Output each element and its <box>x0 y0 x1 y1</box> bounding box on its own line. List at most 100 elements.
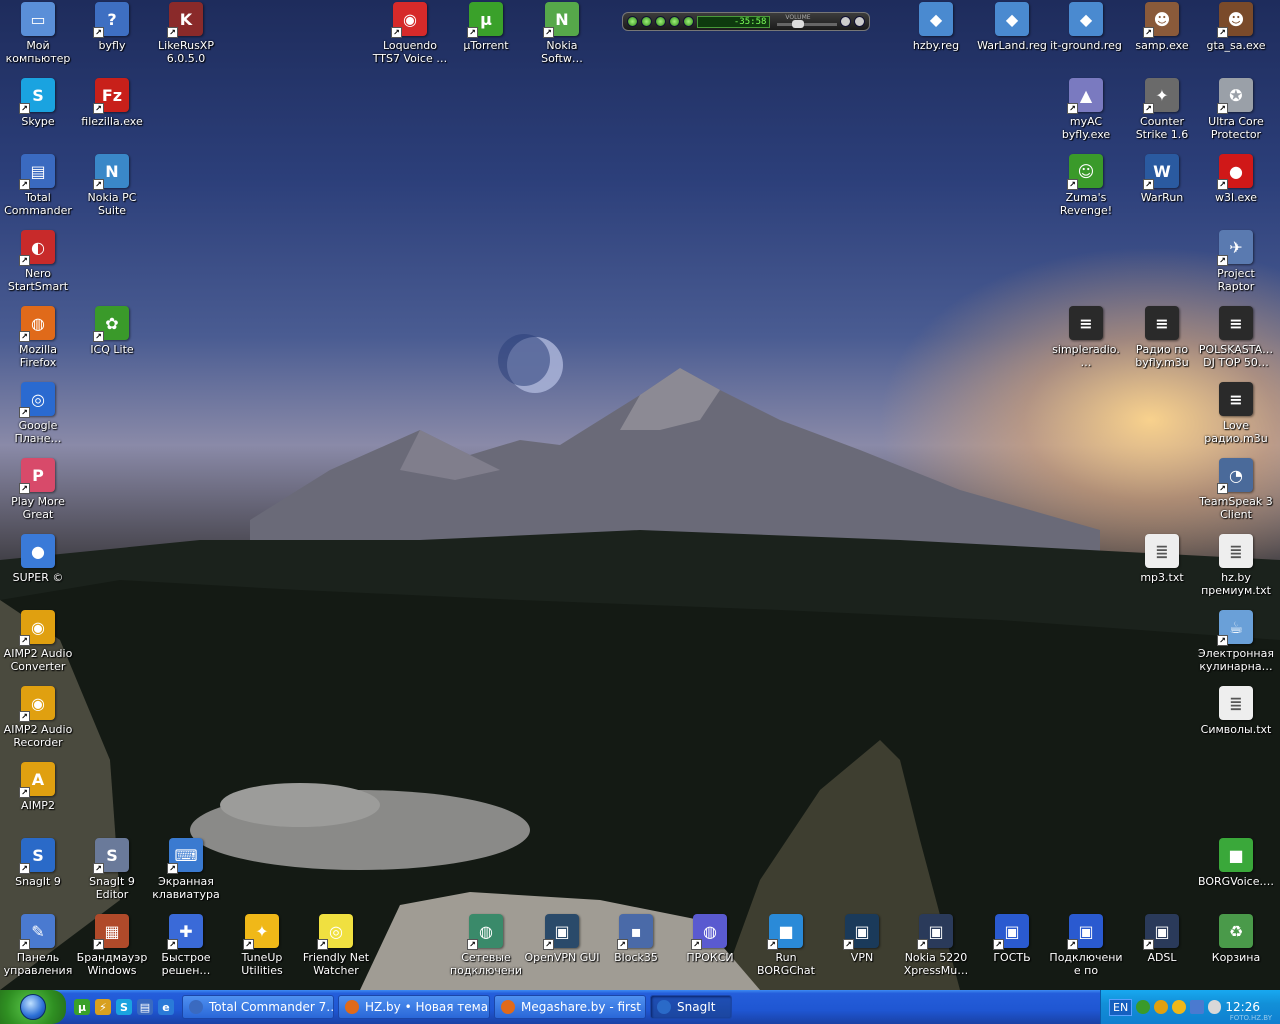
antivirus-tray-icon[interactable] <box>1207 1000 1222 1014</box>
desktop-icon-aimp2[interactable]: A ↗ AIMP2 <box>0 762 76 834</box>
desktop-icon-nokia-software[interactable]: N ↗ Nokia Softw… <box>524 2 600 74</box>
desktop-icon-play-more-games[interactable]: P↗Play More Great Games! <box>0 458 76 530</box>
clock[interactable]: 12:26 <box>1225 1000 1260 1014</box>
desktop-icon-it-ground-reg[interactable]: ◆ it-ground.reg <box>1048 2 1124 74</box>
desktop-icon-proxy[interactable]: ◍ ↗ ПРОКСИ <box>672 914 748 986</box>
desktop-icon-symbols-txt[interactable]: ≣ Символы.txt <box>1198 686 1274 758</box>
pause-button[interactable] <box>640 16 652 27</box>
desktop-icon-w3l[interactable]: ● ↗ w3l.exe <box>1198 154 1274 226</box>
winamp-icon[interactable]: ⚡ <box>95 999 111 1015</box>
ie-icon[interactable]: e <box>158 999 174 1015</box>
desktop-icon-label: ГОСТЬ <box>993 951 1031 964</box>
desktop-icon-label: Friendly Net Watcher <box>302 951 370 977</box>
desktop-icon-onscreen-keyboard[interactable]: ⌨ ↗ Экранная клавиатура <box>148 838 224 910</box>
desktop-icon-project-raptor[interactable]: ✈ ↗ Project Raptor <box>1198 230 1274 302</box>
tuneup-tray-icon[interactable] <box>1171 1000 1186 1014</box>
desktop-icon-counter-strike[interactable]: ✦ ↗ Counter Strike 1.6 <box>1124 78 1200 150</box>
desktop-icon-nero[interactable]: ◐ ↗ Nero StartSmart <box>0 230 76 302</box>
desktop-icon-skype[interactable]: S ↗ Skype <box>0 78 76 150</box>
desktop-icon-teamspeak[interactable]: ◔ ↗ TeamSpeak 3 Client <box>1198 458 1274 530</box>
desktop-icon-loquendo[interactable]: ◉ ↗ Loquendo TTS7 Voice … <box>372 2 448 74</box>
start-button[interactable] <box>0 990 66 1024</box>
desktop-icon-label: ICQ Lite <box>90 343 134 356</box>
play-button[interactable] <box>627 16 638 27</box>
desktop-icon-utorrent[interactable]: µ ↗ µTorrent <box>448 2 524 74</box>
desktop-icon-simpleradio[interactable]: ≡ simpleradio.… <box>1048 306 1124 378</box>
desktop-icon-love-radio[interactable]: ≡ Love радио.m3u <box>1198 382 1274 454</box>
desktop-icon-borgvoice[interactable]: ■ BORGVoice.… <box>1198 838 1274 910</box>
taskbar-button[interactable]: HZ.by • Новая тема … <box>338 995 490 1019</box>
shortcut-arrow-icon: ↗ <box>767 939 778 950</box>
taskbar-button[interactable]: Total Commander 7… <box>182 995 334 1019</box>
taskbar-button[interactable]: SnagIt <box>650 995 732 1019</box>
desktop-icon-network-connections[interactable]: ◍↗Сетевые подключения <box>448 914 524 986</box>
desktop-icon-mp3-txt[interactable]: ≣ mp3.txt <box>1124 534 1200 606</box>
desktop-icon-firefox[interactable]: ◍ ↗ Mozilla Firefox <box>0 306 76 378</box>
samp-icon: ☻ ↗ <box>1143 2 1179 38</box>
desktop-icon-nokia-5220[interactable]: ▣ ↗ Nokia 5220 XpressMu… <box>898 914 974 986</box>
next-button[interactable] <box>682 16 694 27</box>
desktop-icon-electronic-cookbook[interactable]: ☕ ↗ Электронная кулинарна… <box>1198 610 1274 682</box>
desktop-icon-ultra-core[interactable]: ✪ ↗ Ultra Core Protector <box>1198 78 1274 150</box>
desktop-icon-label: AIMP2 Audio Converter <box>3 647 73 673</box>
warland-reg-icon: ◆ <box>995 2 1029 36</box>
desktop-icon-gta-sa[interactable]: ☻ ↗ gta_sa.exe <box>1198 2 1274 74</box>
desktop-icon-run-borgchat[interactable]: ■ ↗ Run BORGChat <box>748 914 824 986</box>
byfly-icon: ? ↗ <box>93 2 129 38</box>
desktop-icon-icq[interactable]: ✿ ↗ ICQ Lite <box>74 306 150 378</box>
close-player-button[interactable] <box>854 16 865 27</box>
desktop-icon-label: byfly <box>98 39 126 52</box>
volume-slider[interactable]: VOLUME <box>777 14 838 28</box>
desktop-icon-vpn[interactable]: ▣ ↗ VPN <box>824 914 900 986</box>
desktop-icon-polskasta[interactable]: ≡ POLSKASTA… DJ TOP 50… <box>1198 306 1274 378</box>
desktop-icon-adsl[interactable]: ▣ ↗ ADSL <box>1124 914 1200 986</box>
desktop-icon-samp[interactable]: ☻ ↗ samp.exe <box>1124 2 1200 74</box>
minimize-player-button[interactable] <box>840 16 852 27</box>
desktop-icon-warrun[interactable]: W ↗ WarRun <box>1124 154 1200 226</box>
desktop-icon-byfly[interactable]: ? ↗ byfly <box>74 2 150 74</box>
desktop-icon-aimp2-audio-recorder[interactable]: ◉ ↗ AIMP2 Audio Recorder <box>0 686 76 758</box>
aimp-tray-icon[interactable] <box>1154 1000 1168 1014</box>
desktop-icon-hzby-reg[interactable]: ◆ hzby.reg <box>898 2 974 74</box>
desktop-icon-radio-byfly[interactable]: ≡ Радио по byfly.m3u <box>1124 306 1200 378</box>
desktop-icon-myac[interactable]: ▲ ↗ myAC byfly.exe <box>1048 78 1124 150</box>
desktop-icon-aimp2-audio-converter[interactable]: ◉ ↗ AIMP2 Audio Converter <box>0 610 76 682</box>
desktop-icon-total-commander[interactable]: ▤ ↗ Total Commander <box>0 154 76 226</box>
desktop-icon-friendly-net-watcher[interactable]: ◎ ↗ Friendly Net Watcher <box>298 914 374 986</box>
simpleradio-icon: ≡ <box>1069 306 1103 340</box>
desktop-icon-openvpn-gui[interactable]: ▣ ↗ OpenVPN GUI <box>524 914 600 986</box>
skype-icon[interactable]: S <box>116 999 132 1015</box>
desktop-icon-guest[interactable]: ▣ ↗ ГОСТЬ <box>974 914 1050 986</box>
network-tray-icon[interactable] <box>1189 1000 1204 1014</box>
desktop-icon-super[interactable]: ● SUPER © <box>0 534 76 606</box>
desktop-icon-control-panel[interactable]: ✎ ↗ Панель управления <box>0 914 76 986</box>
desktop-icon-warland-reg[interactable]: ◆ WarLand.reg <box>974 2 1050 74</box>
desktop-icon-recycle-bin[interactable]: ♻ Корзина <box>1198 914 1274 986</box>
stop-button[interactable] <box>654 16 666 27</box>
language-indicator[interactable]: EN <box>1109 998 1133 1016</box>
desktop-icon-filezilla[interactable]: Fz ↗ filezilla.exe <box>74 78 150 150</box>
desktop-icon-local-connection[interactable]: ▣↗Подключение по локальн… <box>1048 914 1124 986</box>
desktop-icon-likerusxp[interactable]: K ↗ LikeRusXP 6.0.5.0 <box>148 2 224 74</box>
desktop-icon-label: Сетевые подключения <box>449 951 523 977</box>
desktop-icon-windows-firewall[interactable]: ▦ ↗ Брандмауэр Windows <box>74 914 150 986</box>
desktop-icon-my-computer[interactable]: ▭ Мой компьютер <box>0 2 76 74</box>
volume-knob[interactable] <box>791 19 804 28</box>
media-player-widget[interactable]: -35:58 VOLUME <box>622 12 870 31</box>
desktop-icon-google-earth[interactable]: ◎ ↗ Google Плане… <box>0 382 76 454</box>
desktop-icon-snagit9-editor[interactable]: S ↗ SnagIt 9 Editor <box>74 838 150 910</box>
desktop-icon-zuma[interactable]: ☺ ↗ Zuma's Revenge! <box>1048 154 1124 226</box>
previous-button[interactable] <box>668 16 680 27</box>
utorrent-icon[interactable]: µ <box>74 999 90 1015</box>
total-commander-icon[interactable]: ▤ <box>137 999 153 1015</box>
desktop-icon-quick-solution[interactable]: ✚ ↗ Быстрое решен… <box>148 914 224 986</box>
shortcut-arrow-icon: ↗ <box>19 939 30 950</box>
desktop-icon-snagit9[interactable]: S ↗ SnagIt 9 <box>0 838 76 910</box>
taskbar-button[interactable]: Megashare.by - first … <box>494 995 646 1019</box>
desktop-icon-tuneup[interactable]: ✦ ↗ TuneUp Utilities <box>224 914 300 986</box>
desktop-icon-nokia-pc-suite[interactable]: N ↗ Nokia PC Suite <box>74 154 150 226</box>
desktop-icon-block35[interactable]: ▪ ↗ Block35 <box>598 914 674 986</box>
shortcut-arrow-icon: ↗ <box>1217 483 1228 494</box>
icq-tray-icon[interactable] <box>1136 1000 1151 1014</box>
desktop-icon-hzby-premium[interactable]: ≣ hz.by премиум.txt <box>1198 534 1274 606</box>
